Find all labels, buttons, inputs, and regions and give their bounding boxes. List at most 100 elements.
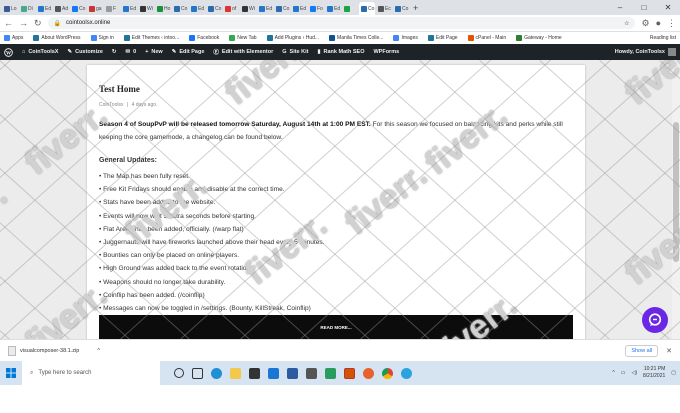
app-icon[interactable] <box>287 367 298 379</box>
tab-favicon-icon <box>72 5 78 12</box>
browser-tab[interactable]: Ed <box>121 2 137 15</box>
reading-list-button[interactable]: Reading list <box>650 35 676 41</box>
bookmark-item[interactable]: Edit Themes ‹ intoo... <box>123 35 179 41</box>
browser-tab[interactable]: Ad <box>53 2 69 15</box>
close-download-bar-icon[interactable]: ✕ <box>666 347 672 355</box>
browser-tab[interactable]: Ed <box>257 2 273 15</box>
download-item[interactable]: visualcomposer-38.1.zip ^ <box>8 345 100 356</box>
taskbar-search-box[interactable]: ⌕ Type here to search <box>22 361 160 385</box>
browser-tab[interactable]: Fo <box>308 2 324 15</box>
browser-tab[interactable]: Ed <box>36 2 52 15</box>
maximize-icon[interactable]: □ <box>632 0 656 15</box>
vscode-icon[interactable] <box>325 367 336 379</box>
browser-tab[interactable]: ga <box>87 2 103 15</box>
cortana-icon[interactable] <box>174 368 184 378</box>
wp-new[interactable]: + New <box>145 49 163 55</box>
bookmark-item[interactable]: Manila Times Colle... <box>329 35 383 41</box>
profile-icon[interactable]: ● <box>656 18 661 28</box>
browser-tab[interactable] <box>342 2 358 15</box>
chart-icon: ▮ <box>317 49 321 55</box>
firefox-icon[interactable] <box>363 367 374 379</box>
bookmark-item[interactable]: Edit Page <box>427 35 458 41</box>
show-all-button[interactable]: Show all <box>625 344 659 357</box>
menu-icon[interactable]: ⋮ <box>667 18 676 29</box>
wp-edit-page[interactable]: ✎ Edit Page <box>172 49 205 55</box>
browser-tab[interactable]: Ho <box>155 2 171 15</box>
extensions-icon[interactable]: ⚙ <box>641 18 649 29</box>
post-author[interactable]: CoinToolsx <box>99 102 123 108</box>
wp-customize[interactable]: ✎ Customize <box>67 49 102 55</box>
taskbar-clock[interactable]: 10:21 PM 8/21/2021 <box>643 366 665 380</box>
wordpress-logo-icon[interactable]: W <box>4 47 13 57</box>
scrollbar-thumb[interactable] <box>673 122 679 262</box>
browser-tab[interactable]: Lo <box>2 2 18 15</box>
browser-tab[interactable]: Ed <box>189 2 205 15</box>
file-explorer-icon[interactable] <box>230 367 241 379</box>
bookmark-item[interactable]: Facebook <box>189 35 219 41</box>
wp-comments[interactable]: ✉ 0 <box>126 49 137 55</box>
filezilla-icon[interactable] <box>344 367 355 379</box>
chat-widget-button[interactable] <box>642 307 668 333</box>
mail-icon[interactable] <box>268 367 279 379</box>
browser-tab[interactable]: of <box>223 2 239 15</box>
back-icon[interactable]: ← <box>4 18 13 28</box>
browser-tab[interactable]: Wi <box>240 2 256 15</box>
browser-tab[interactable]: Wi <box>138 2 154 15</box>
chrome-icon[interactable] <box>382 367 393 379</box>
notifications-icon[interactable]: ▢ <box>671 370 676 376</box>
star-icon[interactable]: ☆ <box>624 20 629 27</box>
wp-site-kit[interactable]: G Site Kit <box>282 49 308 55</box>
browser-tab[interactable]: Co <box>70 2 86 15</box>
bookmark-item[interactable]: New Tab <box>229 35 257 41</box>
wp-wpforms[interactable]: WPForms <box>373 49 399 55</box>
tab-favicon-icon <box>344 5 350 12</box>
telegram-icon[interactable] <box>401 367 412 379</box>
network-icon[interactable]: ▭ <box>621 370 626 376</box>
page-scrollbar[interactable] <box>672 60 680 339</box>
bookmark-item[interactable]: Apps <box>4 35 23 41</box>
bookmark-item[interactable]: About WordPress <box>33 35 81 41</box>
browser-tab[interactable]: Co <box>172 2 188 15</box>
reload-icon[interactable]: ↻ <box>34 18 42 29</box>
wp-updates[interactable]: ↻ <box>112 49 117 55</box>
bookmark-favicon-icon <box>189 35 196 41</box>
url-field[interactable]: 🔒 cointoolsx.online ☆ <box>47 17 636 29</box>
tray-chevron-icon[interactable]: ^ <box>612 370 614 376</box>
task-view-icon[interactable] <box>192 367 203 379</box>
update-item: • Coinflip has been added. (/coinflip) <box>99 291 205 299</box>
sublime-icon[interactable] <box>306 367 317 379</box>
bookmark-item[interactable]: Add Plugins ‹ Hud... <box>266 35 319 41</box>
chevron-up-icon[interactable]: ^ <box>97 348 100 354</box>
browser-tab[interactable]: Ed <box>291 2 307 15</box>
browser-tab[interactable]: Co <box>206 2 222 15</box>
store-icon[interactable] <box>249 367 260 379</box>
browser-tab[interactable]: Ec <box>376 2 392 15</box>
browser-tab[interactable]: F <box>104 2 120 15</box>
updates-heading: General Updates: <box>99 157 157 164</box>
wp-elementor[interactable]: Ⓔ Edit with Elementor <box>213 48 273 56</box>
bookmark-item[interactable]: Images <box>393 35 418 41</box>
volume-icon[interactable]: ◁) <box>632 370 638 376</box>
bookmark-item[interactable]: Sign in <box>90 35 114 41</box>
minimize-icon[interactable]: – <box>608 0 632 15</box>
edge-icon[interactable] <box>211 367 222 379</box>
browser-tab[interactable]: Ed <box>325 2 341 15</box>
browser-tab[interactable]: Co <box>393 2 409 15</box>
browser-tab[interactable]: Di <box>19 2 35 15</box>
wp-site-name[interactable]: ⌂ CoinToolsX <box>22 49 58 55</box>
browser-tab[interactable]: Co <box>274 2 290 15</box>
zip-file-icon <box>8 345 16 356</box>
start-button[interactable] <box>0 361 22 385</box>
forward-icon[interactable]: → <box>19 18 28 28</box>
close-icon[interactable]: ✕ <box>656 0 680 15</box>
video-banner[interactable]: READ MORE... <box>99 315 573 339</box>
bookmark-item[interactable]: cPanel - Main <box>467 35 507 41</box>
wp-rank-math[interactable]: ▮ Rank Math SEO <box>317 49 364 55</box>
comment-icon: ✉ <box>125 49 131 55</box>
wp-howdy[interactable]: Howdy, CoinToolsx <box>615 48 676 56</box>
new-tab-icon[interactable]: + <box>413 2 418 15</box>
bookmark-label: cPanel - Main <box>475 35 507 41</box>
bookmark-item[interactable]: Gateway - Home <box>516 35 562 41</box>
bookmark-label: Manila Times Colle... <box>337 35 384 41</box>
browser-tab[interactable]: Co <box>359 2 375 15</box>
